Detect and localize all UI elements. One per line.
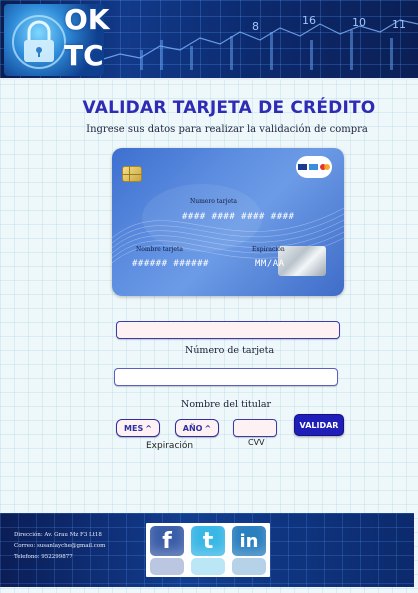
facebook-reflection <box>150 558 184 575</box>
logo-line-1: OK <box>64 3 110 36</box>
facebook-icon[interactable]: f <box>150 526 184 556</box>
footer-address: Dirección: Av. Grau Mz F3 Lt18 <box>14 532 102 538</box>
stock-chart-graphic <box>100 19 418 70</box>
card-number-value: #### #### #### #### <box>182 212 295 222</box>
twitter-reflection <box>191 558 225 575</box>
chip-icon <box>122 166 142 182</box>
footer-phone: Telefono: 952299877 <box>14 554 73 560</box>
banner-tick: 16 <box>302 14 316 27</box>
card-number-label: Numero tarjeta <box>190 198 237 205</box>
footer: Dirección: Av. Grau Mz F3 Lt18 Correo: s… <box>0 513 414 587</box>
holder-name-caption: Nombre del titular <box>181 399 272 410</box>
cvv-input[interactable] <box>233 419 277 437</box>
page-subtitle: Ingrese sus datos para realizar la valid… <box>86 124 368 135</box>
banner-tick: 11 <box>392 18 406 31</box>
header-banner: 8 16 10 11 OK TC <box>0 0 418 80</box>
padlock-icon <box>12 15 66 69</box>
visa-icon <box>298 164 307 170</box>
card-number-input[interactable] <box>116 321 340 339</box>
page-title: VALIDAR TARJETA DE CRÉDITO <box>82 98 376 118</box>
amex-icon <box>309 164 318 170</box>
expiry-caption: Expiración <box>146 441 194 451</box>
card-holder-label: Nombre tarjeta <box>136 246 183 253</box>
hologram-icon <box>278 246 326 276</box>
card-expiry-value: MM/AA <box>255 259 285 269</box>
social-links: f t in <box>146 523 270 577</box>
twitter-icon[interactable]: t <box>191 526 225 556</box>
month-select[interactable]: MES ^ <box>116 419 160 437</box>
logo-line-2: TC <box>64 39 104 72</box>
cvv-caption: CVV <box>248 438 265 447</box>
footer-email: Correo: susanlayche@gmail.com <box>14 543 106 549</box>
card-brands-icon <box>296 156 332 178</box>
year-select[interactable]: AÑO ^ <box>175 419 219 437</box>
chevron-up-icon: ^ <box>204 423 212 433</box>
linkedin-icon[interactable]: in <box>232 526 266 556</box>
card-number-caption: Número de tarjeta <box>185 345 275 356</box>
linkedin-reflection <box>232 558 266 575</box>
card-expiry-label: Expiración <box>252 246 285 253</box>
validate-button[interactable]: VALIDAR <box>294 414 344 436</box>
banner-tick: 10 <box>352 16 366 29</box>
year-select-label: AÑO <box>182 423 203 433</box>
logo-text: OK TC <box>64 2 110 74</box>
holder-name-input[interactable] <box>114 368 338 386</box>
card-holder-value: ###### ###### <box>132 259 209 269</box>
mastercard-icon <box>320 164 330 170</box>
chevron-up-icon: ^ <box>145 423 152 433</box>
credit-card-preview: Numero tarjeta #### #### #### #### Nombr… <box>112 148 344 296</box>
month-select-label: MES <box>124 423 144 433</box>
banner-tick: 8 <box>252 20 259 33</box>
